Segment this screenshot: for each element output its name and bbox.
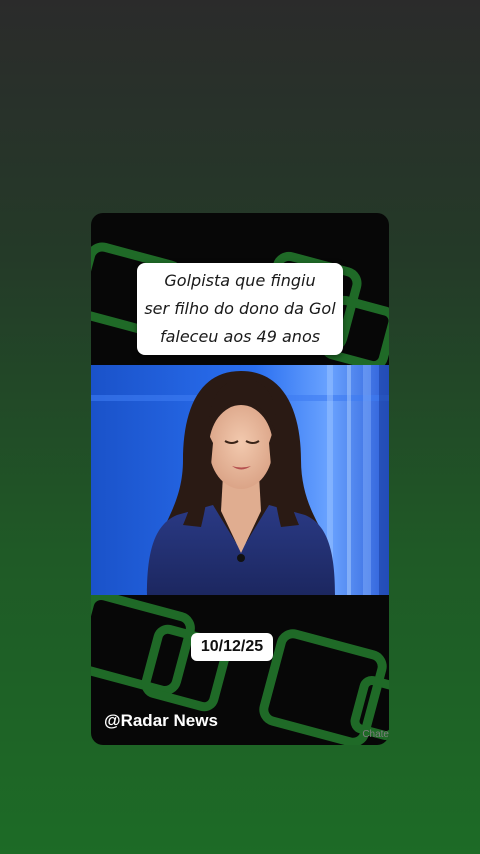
screen: { "post": { "headline_lines": ["Golpista… <box>0 0 480 854</box>
headline-line-1: Golpista que fingiu <box>164 271 316 290</box>
headline-line-2: ser filho do dono da Gol <box>144 299 336 318</box>
headline-box: Golpista que fingiu ser filho do dono da… <box>137 263 343 355</box>
anchor-video-image <box>91 365 389 595</box>
news-video-frame[interactable] <box>91 365 389 595</box>
post-card[interactable]: Golpista que fingiu ser filho do dono da… <box>91 213 389 745</box>
date-badge: 10/12/25 <box>191 633 273 661</box>
headline-line-3: faleceu aos 49 anos <box>159 327 321 346</box>
channel-handle[interactable]: @Radar News <box>104 711 218 731</box>
watermark-text: Chate <box>362 729 389 740</box>
